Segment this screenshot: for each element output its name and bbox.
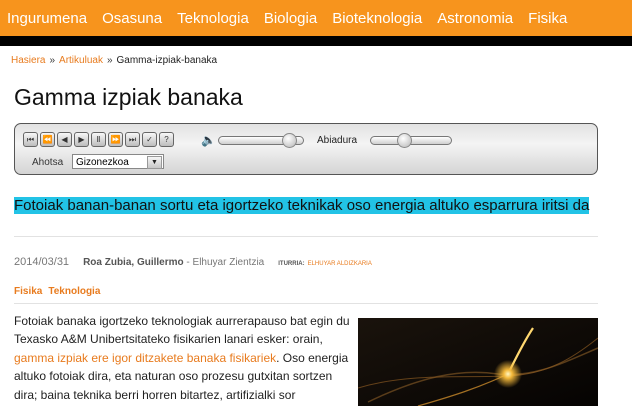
nav-item-teknologia[interactable]: Teknologia <box>170 0 257 36</box>
volume-slider[interactable] <box>218 133 304 148</box>
voice-select[interactable]: Gizonezkoa ▼ <box>72 154 164 169</box>
article-meta: 2014/03/31 Roa Zubia, Guillermo - Elhuyar… <box>14 256 372 268</box>
breadcrumb: Hasiera» Artikuluak» Gamma-izpiak-banaka <box>11 55 217 66</box>
speed-label: Abiadura <box>317 135 358 146</box>
article-date: 2014/03/31 <box>14 256 70 268</box>
chevron-down-icon[interactable]: ▼ <box>147 156 162 169</box>
nav-item-biologia[interactable]: Biologia <box>257 0 325 36</box>
previous-icon[interactable]: ◀ <box>57 132 72 147</box>
help-icon[interactable]: ? <box>159 132 174 147</box>
speed-slider-thumb[interactable] <box>397 133 412 148</box>
voice-label: Ahotsa <box>32 157 64 168</box>
volume-icon: 🔈 <box>201 133 216 147</box>
tag-link[interactable]: Teknologia <box>48 286 100 297</box>
play-icon[interactable]: ▶ <box>74 132 89 147</box>
article-body-intro: Fotoiak banaka igortzeko teknologiak aur… <box>14 314 350 347</box>
article-body: Fotoiak banaka igortzeko teknologiak aur… <box>14 312 350 404</box>
rewind-icon[interactable]: ⏪ <box>40 132 55 147</box>
gamma-ray-illustration <box>358 318 598 406</box>
breadcrumb-separator: » <box>106 55 113 66</box>
nav-item-bioteknologia[interactable]: Bioteknologia <box>325 0 430 36</box>
fast-forward-icon[interactable]: ⏩ <box>108 132 123 147</box>
pause-icon[interactable]: Ⅱ <box>91 132 106 147</box>
article-subtitle: Fotoiak banan-banan sortu eta igortzeko … <box>14 196 592 215</box>
nav-item-ingurumena[interactable]: Ingurumena <box>0 0 95 36</box>
article-image <box>358 318 598 406</box>
source-link[interactable]: ELHUYAR ALDIZKARIA <box>308 261 372 267</box>
nav-item-fisika[interactable]: Fisika <box>521 0 575 36</box>
divider <box>14 236 598 237</box>
nav-menu: Ingurumena Osasuna Teknologia Biologia Biote… <box>0 0 575 36</box>
speed-slider[interactable] <box>370 133 452 148</box>
article-authors: Roa Zubia, Guillermo <box>83 257 184 268</box>
article-publisher: - Elhuyar Zientzia <box>183 257 265 268</box>
breadcrumb-current: Gamma-izpiak-banaka <box>116 55 218 66</box>
settings-icon[interactable]: ✓ <box>142 132 157 147</box>
breadcrumb-separator: » <box>49 55 56 66</box>
breadcrumb-home-link[interactable]: Hasiera <box>11 55 45 66</box>
skip-forward-icon[interactable]: ⏭ <box>125 132 140 147</box>
voice-select-value: Gizonezkoa <box>76 157 129 168</box>
nav-divider-band <box>0 36 632 46</box>
player-controls: ⏮ ⏪ ◀ ▶ Ⅱ ⏩ ⏭ ✓? <box>23 132 176 147</box>
article-subtitle-text: Fotoiak banan-banan sortu eta igortzeko … <box>14 197 590 214</box>
article-tags: Fisika Teknologia <box>14 286 106 297</box>
volume-slider-thumb[interactable] <box>282 133 297 148</box>
source-label: ITURRIA: <box>278 261 305 267</box>
nav-item-astronomia[interactable]: Astronomia <box>430 0 521 36</box>
top-navigation: Ingurumena Osasuna Teknologia Biologia Biote… <box>0 0 632 36</box>
tag-link[interactable]: Fisika <box>14 286 42 297</box>
article-inline-link[interactable]: gamma izpiak ere igor ditzakete banaka f… <box>14 351 276 365</box>
breadcrumb-section-link[interactable]: Artikuluak <box>59 55 103 66</box>
page-title: Gamma izpiak banaka <box>14 84 243 110</box>
divider <box>14 303 598 304</box>
skip-back-icon[interactable]: ⏮ <box>23 132 38 147</box>
text-to-speech-player: ⏮ ⏪ ◀ ▶ Ⅱ ⏩ ⏭ ✓? 🔈 Abiadura Ahotsa Gizonezkoa ▼ <box>14 123 598 175</box>
nav-item-osasuna[interactable]: Osasuna <box>95 0 170 36</box>
